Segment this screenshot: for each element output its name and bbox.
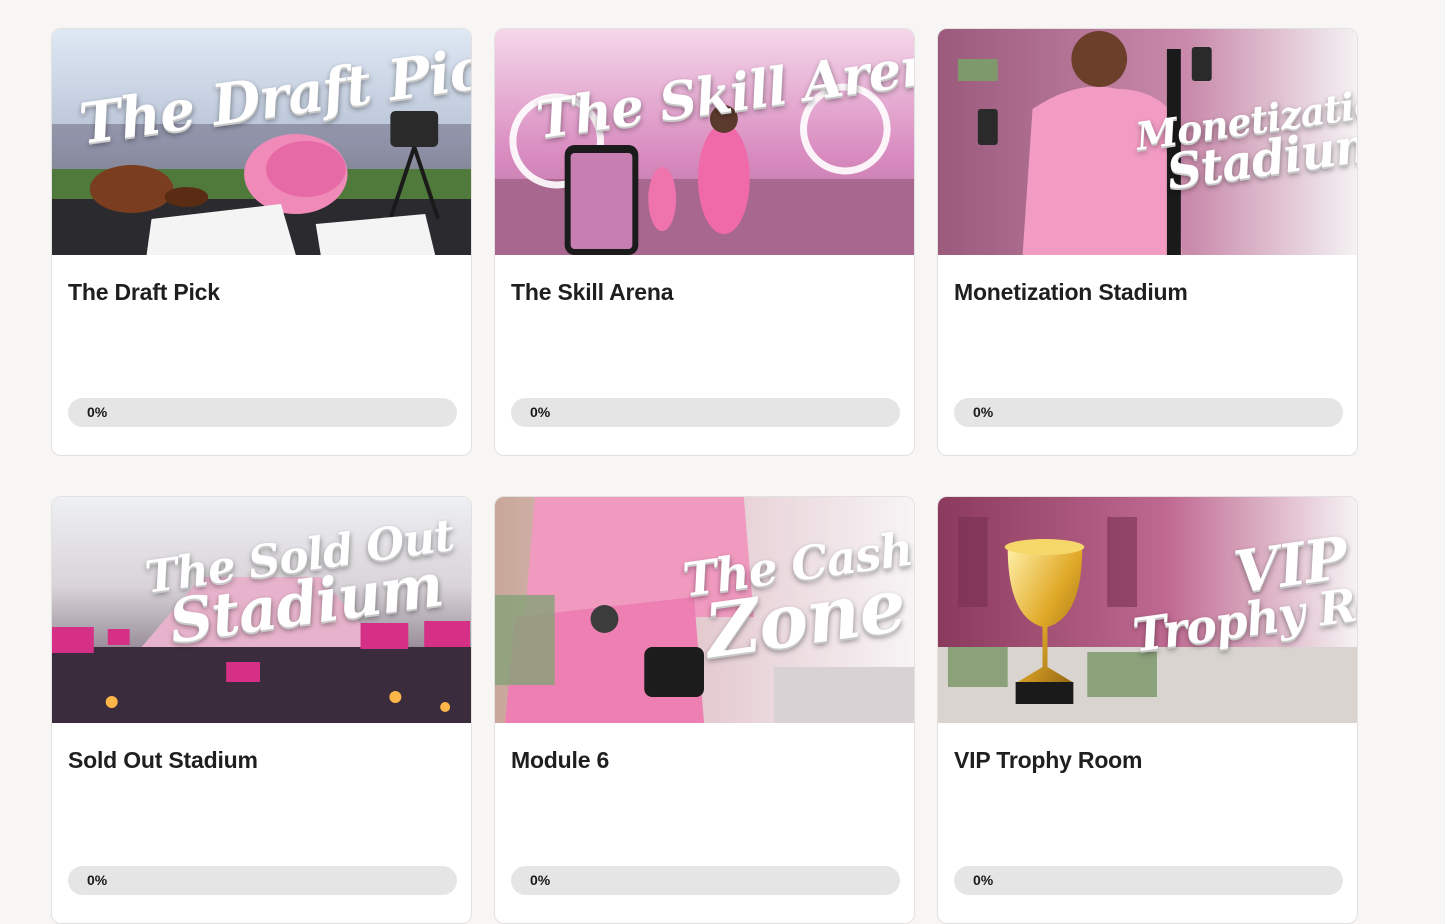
course-card-monetization-stadium[interactable]: Monetization Stadium Monetization Stadiu… xyxy=(937,28,1358,456)
progress-label: 0% xyxy=(530,872,551,888)
progress-label: 0% xyxy=(973,404,994,420)
course-title[interactable]: The Skill Arena xyxy=(511,279,674,306)
progress-bar: 0% xyxy=(68,398,457,427)
course-title[interactable]: Module 6 xyxy=(511,747,609,774)
course-card-sold-out-stadium[interactable]: The Sold Out Stadium Sold Out Stadium 0% xyxy=(51,496,472,924)
course-card-module-6[interactable]: The Cash Zone Module 6 0% xyxy=(494,496,915,924)
progress-bar: 0% xyxy=(511,398,900,427)
progress-label: 0% xyxy=(973,872,994,888)
progress-bar: 0% xyxy=(511,866,900,895)
progress-bar: 0% xyxy=(954,398,1343,427)
course-grid: The Draft Pick The Draft Pick 0% The Ski… xyxy=(51,28,1358,924)
progress-bar: 0% xyxy=(68,866,457,895)
course-title[interactable]: Monetization Stadium xyxy=(954,279,1188,306)
course-title[interactable]: Sold Out Stadium xyxy=(68,747,258,774)
course-title[interactable]: The Draft Pick xyxy=(68,279,220,306)
progress-label: 0% xyxy=(87,404,108,420)
progress-label: 0% xyxy=(87,872,108,888)
course-title[interactable]: VIP Trophy Room xyxy=(954,747,1142,774)
progress-bar: 0% xyxy=(954,866,1343,895)
course-thumbnail: The Draft Pick xyxy=(52,29,471,255)
course-card-draft-pick[interactable]: The Draft Pick The Draft Pick 0% xyxy=(51,28,472,456)
course-thumbnail: The Sold Out Stadium xyxy=(52,497,471,723)
course-thumbnail: VIP Trophy Room xyxy=(938,497,1357,723)
course-card-skill-arena[interactable]: The Skill Arena The Skill Arena 0% xyxy=(494,28,915,456)
progress-label: 0% xyxy=(530,404,551,420)
course-card-vip-trophy-room[interactable]: VIP Trophy Room VIP Trophy Room 0% xyxy=(937,496,1358,924)
course-thumbnail: The Skill Arena xyxy=(495,29,914,255)
course-thumbnail: Monetization Stadium xyxy=(938,29,1357,255)
course-thumbnail: The Cash Zone xyxy=(495,497,914,723)
thumbnail-title-text: The Cash Zone xyxy=(680,522,914,676)
